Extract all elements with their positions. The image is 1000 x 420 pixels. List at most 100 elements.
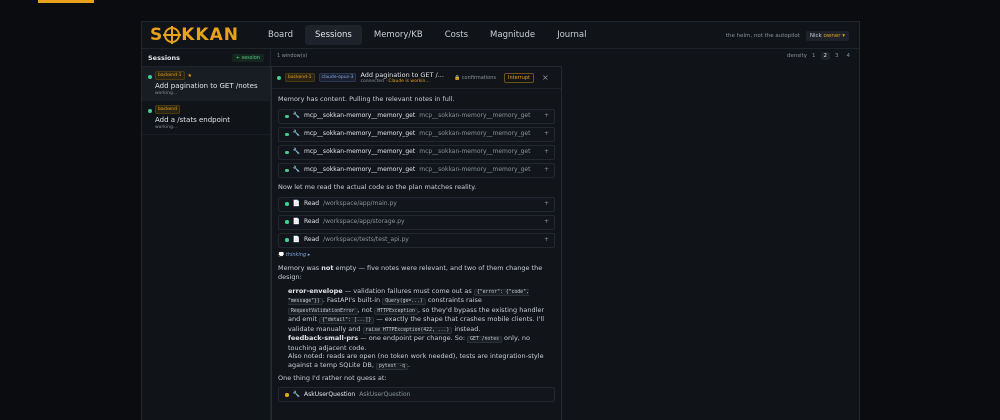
- list-item: Also noted: reads are open (no token wor…: [288, 352, 555, 371]
- text-fragment: .: [408, 361, 411, 370]
- brand-letter-s: S: [150, 25, 164, 45]
- note-title: error-envelope: [288, 286, 343, 295]
- text-fragment: Also noted: reads are open (no token wor…: [288, 352, 544, 370]
- tool-call-row[interactable]: 📄 Read /workspace/app/main.py +: [278, 196, 555, 212]
- inline-code: GET /notes: [467, 336, 502, 344]
- list-item: feedback-small-prs — one endpoint per ch…: [288, 334, 555, 352]
- tool-call-row[interactable]: 🔧 mcp__sokkan-memory__memory_get mcp__so…: [278, 126, 555, 142]
- density-option-3[interactable]: 3: [832, 52, 842, 60]
- tool-status-dot: [285, 168, 289, 173]
- session-tag-row: backend: [155, 105, 264, 114]
- tool-status-dot: [285, 202, 289, 206]
- text-fragment: — one endpoint per change. So:: [358, 334, 468, 343]
- status-dot: [148, 75, 152, 79]
- tool-call-row[interactable]: 🔧 mcp__sokkan-memory__memory_get mcp__so…: [278, 144, 555, 160]
- file-icon: 📄: [292, 235, 300, 243]
- nav-magnitude[interactable]: Magnitude: [480, 25, 545, 45]
- new-session-button[interactable]: + session: [231, 53, 264, 62]
- text-fragment: , not: [357, 305, 375, 314]
- session-item-2[interactable]: backend Add a /stats endpoint working...: [142, 101, 270, 135]
- tagline: the helm, not the autopilot: [725, 32, 800, 39]
- density-option-2[interactable]: 2: [820, 52, 830, 60]
- expand-icon[interactable]: +: [544, 166, 549, 174]
- sessions-sidebar: Sessions + session backend-1 ★ Add pagin…: [142, 49, 271, 420]
- thought-bubble-icon: 💭: [278, 251, 285, 258]
- inline-code: RequestValidationError: [288, 307, 358, 315]
- tool-call-row[interactable]: 🔧 AskUserQuestion AskUserQuestion: [278, 387, 555, 403]
- tool-name: Read: [303, 199, 320, 207]
- wrench-icon: 🔧: [292, 112, 300, 120]
- tool-name: mcp__sokkan-memory__memory_get: [303, 130, 416, 138]
- confirmations-toggle[interactable]: 🔒 confirmations: [454, 75, 496, 81]
- thinking-label: thinking ▸: [285, 251, 311, 258]
- user-menu[interactable]: Nick owner ▾: [805, 30, 849, 41]
- tool-status-dot: [285, 150, 289, 155]
- message-text: Memory was not empty — five notes were r…: [278, 264, 555, 282]
- tool-call-row[interactable]: 📄 Read /workspace/tests/test_api.py +: [278, 232, 555, 248]
- sidebar-title: Sessions: [148, 53, 181, 62]
- sessions-toolbar: 1 window(s) density 1 2 3 4: [271, 49, 859, 63]
- tool-status-dot: [285, 114, 289, 119]
- tool-call-row[interactable]: 🔧 mcp__sokkan-memory__memory_get mcp__so…: [278, 108, 555, 124]
- density-option-1[interactable]: 1: [809, 52, 819, 60]
- note-title: feedback-small-prs: [288, 334, 359, 343]
- text-fragment: — validation failures must come out as: [342, 286, 474, 295]
- file-icon: 📄: [292, 199, 300, 207]
- wrench-icon: 🔧: [292, 166, 300, 174]
- message-text: Memory has content. Pulling the relevant…: [278, 95, 455, 103]
- brand-logo[interactable]: S KKAN: [150, 25, 258, 45]
- tool-call-row[interactable]: 🔧 mcp__sokkan-memory__memory_get mcp__so…: [278, 162, 555, 178]
- window-subtitle: connected · Claude is workin...: [360, 79, 443, 84]
- tool-name: mcp__sokkan-memory__memory_get: [303, 148, 416, 156]
- sidebar-header: Sessions + session: [142, 49, 270, 67]
- tool-arg: AskUserQuestion: [359, 390, 411, 398]
- nav-costs[interactable]: Costs: [435, 25, 478, 45]
- session-tag: backend: [155, 105, 181, 114]
- window-tag: backend-1: [285, 73, 315, 82]
- density-option-4[interactable]: 4: [844, 52, 854, 60]
- tool-arg: /workspace/app/main.py: [323, 199, 397, 207]
- session-tag-row: backend-1 ★: [155, 71, 264, 80]
- tool-arg: /workspace/tests/test_api.py: [323, 235, 409, 243]
- expand-icon[interactable]: +: [544, 148, 549, 156]
- file-icon: 📄: [292, 217, 300, 225]
- tool-call-row[interactable]: 📄 Read /workspace/app/storage.py +: [278, 214, 555, 230]
- session-item-1[interactable]: backend-1 ★ Add pagination to GET /notes…: [142, 67, 270, 101]
- tool-arg: mcp__sokkan-memory__memory_get: [419, 112, 531, 120]
- text-fragment: constraints raise: [425, 296, 482, 305]
- tool-arg: /workspace/app/storage.py: [323, 217, 405, 225]
- wrench-icon: 🔧: [292, 390, 300, 398]
- thinking-toggle[interactable]: 💭 thinking ▸: [278, 252, 555, 259]
- transcript: Memory has content. Pulling the relevant…: [272, 89, 561, 403]
- expand-icon[interactable]: +: [544, 130, 549, 138]
- list-item: error-envelope — validation failures mus…: [288, 287, 555, 334]
- star-icon[interactable]: ★: [188, 73, 192, 79]
- helm-wheel-icon: [163, 26, 182, 44]
- expand-icon[interactable]: +: [544, 236, 549, 244]
- app-window: S KKAN Board Sessions Memory/KB Costs Ma…: [141, 21, 860, 420]
- density-label: density: [786, 53, 807, 59]
- nav-board[interactable]: Board: [258, 25, 303, 45]
- main-nav: Board Sessions Memory/KB Costs Magnitude…: [258, 25, 598, 45]
- tool-status-dot: [285, 393, 289, 397]
- expand-icon[interactable]: +: [544, 200, 549, 208]
- wrench-icon: 🔧: [292, 130, 300, 138]
- header: S KKAN Board Sessions Memory/KB Costs Ma…: [142, 22, 859, 49]
- nav-sessions[interactable]: Sessions: [304, 25, 362, 45]
- status-dot: [148, 109, 152, 113]
- connection-dot: [277, 75, 281, 80]
- interrupt-button[interactable]: Interrupt: [503, 72, 534, 83]
- tool-status-dot: [285, 220, 289, 224]
- close-icon[interactable]: ×: [542, 73, 549, 82]
- text-fragment: . FastAPI's built-in: [322, 296, 383, 305]
- tool-arg: mcp__sokkan-memory__memory_get: [419, 166, 531, 174]
- session-title: Add pagination to GET /notes: [155, 82, 258, 90]
- inline-code: Query(ge=...): [382, 298, 426, 306]
- expand-icon[interactable]: +: [544, 218, 549, 226]
- session-title: Add a /stats endpoint: [155, 116, 230, 124]
- expand-icon[interactable]: +: [544, 112, 549, 120]
- tool-status-dot: [285, 132, 289, 137]
- session-status: working...: [155, 125, 178, 130]
- nav-journal[interactable]: Journal: [547, 25, 596, 45]
- nav-memory-kb[interactable]: Memory/KB: [364, 25, 433, 45]
